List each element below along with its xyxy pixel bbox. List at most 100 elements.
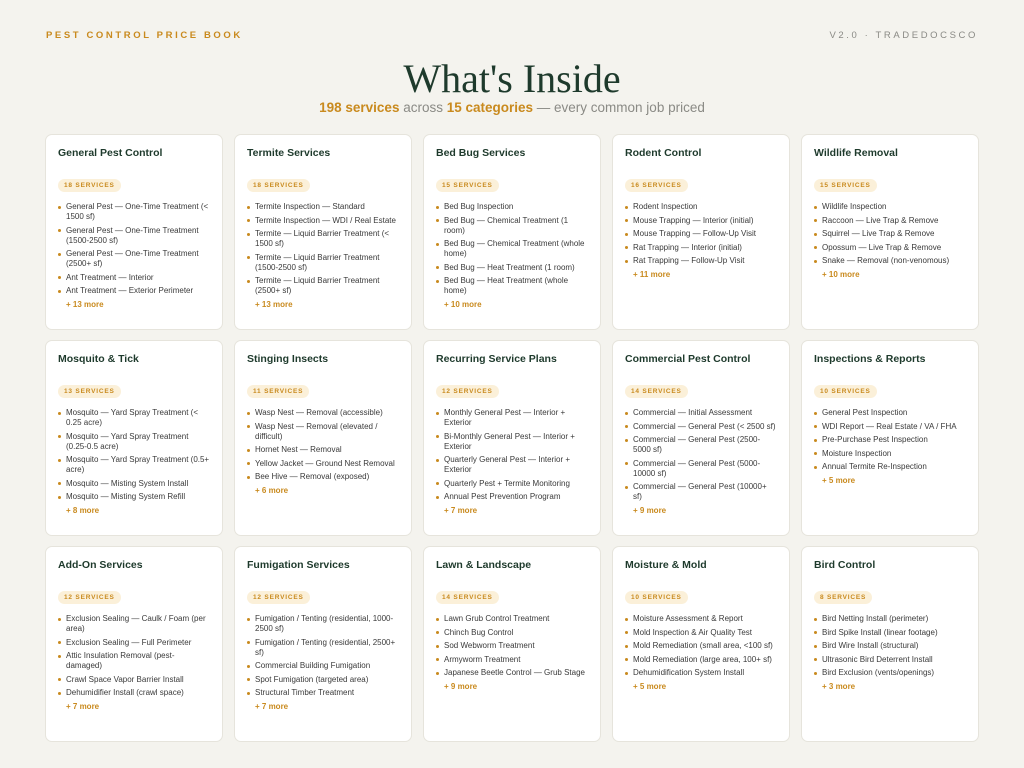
service-item: Annual Pest Prevention Program [436,492,588,502]
services-count: 198 services [319,100,400,115]
service-item: Commercial Building Fumigation [247,661,399,671]
service-count-badge: 18 SERVICES [247,179,310,192]
service-count-badge: 10 SERVICES [625,591,688,604]
more-services-link[interactable]: + 3 more [814,682,966,691]
more-services-link[interactable]: + 13 more [58,300,210,309]
more-services-link[interactable]: + 9 more [625,506,777,515]
more-services-link[interactable]: + 7 more [436,506,588,515]
category-title: Termite Services [247,147,331,159]
service-count-badge: 15 SERVICES [436,179,499,192]
service-item: Bee Hive — Removal (exposed) [247,472,399,482]
service-item: Mosquito — Yard Spray Treatment (< 0.25 … [58,408,210,428]
service-count-badge: 16 SERVICES [625,179,688,192]
more-services-link[interactable]: + 13 more [247,300,399,309]
service-item: Bird Spike Install (linear footage) [814,628,966,638]
service-item: Quarterly Pest + Termite Monitoring [436,479,588,489]
service-item: Wasp Nest — Removal (elevated / difficul… [247,422,399,442]
category-title: Lawn & Landscape [436,559,532,571]
category-title: Bird Control [814,559,876,571]
more-services-link[interactable]: + 8 more [58,506,210,515]
service-count-badge: 12 SERVICES [436,385,499,398]
service-item: Mosquito — Misting System Refill [58,492,210,502]
service-item: Quarterly General Pest — Interior + Exte… [436,455,588,475]
category-card: Lawn & Landscape 14 SERVICES Lawn Grub Con… [423,546,601,742]
service-item: Mosquito — Misting System Install [58,479,210,489]
service-list: General Pest — One-Time Treatment (< 150… [58,202,210,296]
service-item: Mold Remediation (small area, <100 sf) [625,641,777,651]
service-list: Commercial — Initial Assessment Commercia… [625,408,777,502]
more-services-link[interactable]: + 5 more [625,682,777,691]
service-item: Annual Termite Re-Inspection [814,462,966,472]
service-count-badge: 10 SERVICES [814,385,877,398]
service-item: Bi-Monthly General Pest — Interior + Ext… [436,432,588,452]
category-card: General Pest Control 18 SERVICES General P… [45,134,223,330]
category-card: Moisture & Mold 10 SERVICES Moisture Asses… [612,546,790,742]
service-list: Bed Bug Inspection Bed Bug — Chemical Tre… [436,202,588,296]
service-item: Dehumidifier Install (crawl space) [58,688,210,698]
service-item: Mosquito — Yard Spray Treatment (0.5+ ac… [58,455,210,475]
service-item: Wildlife Inspection [814,202,966,212]
service-item: Rat Trapping — Interior (initial) [625,243,777,253]
service-item: Yellow Jacket — Ground Nest Removal [247,459,399,469]
page-title: What's Inside [403,56,621,101]
category-card: Commercial Pest Control 14 SERVICES Commer… [612,340,790,536]
service-item: Bird Exclusion (vents/openings) [814,668,966,678]
more-services-link[interactable]: + 10 more [436,300,588,309]
service-item: Fumigation / Tenting (residential, 1000-… [247,614,399,634]
service-list: Mosquito — Yard Spray Treatment (< 0.25 … [58,408,210,502]
service-item: Mouse Trapping — Interior (initial) [625,216,777,226]
service-list: Exclusion Sealing — Caulk / Foam (per ar… [58,614,210,698]
service-item: Moisture Assessment & Report [625,614,777,624]
service-item: Chinch Bug Control [436,628,588,638]
service-item: General Pest — One-Time Treatment (1500-… [58,226,210,246]
service-item: Armyworm Treatment [436,655,588,665]
service-item: Spot Fumigation (targeted area) [247,675,399,685]
service-item: Attic Insulation Removal (pest-damaged) [58,651,210,671]
service-item: Ant Treatment — Interior [58,273,210,283]
service-item: General Pest — One-Time Treatment (2500+… [58,249,210,269]
service-item: Dehumidification System Install [625,668,777,678]
category-title: General Pest Control [58,147,163,159]
service-count-badge: 14 SERVICES [436,591,499,604]
category-card: Fumigation Services 12 SERVICES Fumigation… [234,546,412,742]
more-services-link[interactable]: + 11 more [625,270,777,279]
service-item: Raccoon — Live Trap & Remove [814,216,966,226]
service-count-badge: 8 SERVICES [814,591,873,604]
service-count-badge: 12 SERVICES [247,591,310,604]
service-item: Rodent Inspection [625,202,777,212]
service-item: Rat Trapping — Follow-Up Visit [625,256,777,266]
service-item: Termite — Liquid Barrier Treatment (< 15… [247,229,399,249]
more-services-link[interactable]: + 10 more [814,270,966,279]
service-item: Pre-Purchase Pest Inspection [814,435,966,445]
more-services-link[interactable]: + 7 more [247,702,399,711]
service-list: Lawn Grub Control Treatment Chinch Bug Co… [436,614,588,678]
categories-count: 15 categories [446,100,534,115]
service-list: Moisture Assessment & Report Mold Inspect… [625,614,777,678]
service-item: Opossum — Live Trap & Remove [814,243,966,253]
page-subtitle: 198 services across 15 categories — ever… [0,100,1024,115]
service-item: Commercial — General Pest (10000+ sf) [625,482,777,502]
more-services-link[interactable]: + 7 more [58,702,210,711]
subtitle-tail: — every common job priced [533,100,705,115]
service-item: Bed Bug — Heat Treatment (whole home) [436,276,588,296]
category-title: Stinging Insects [247,353,329,365]
service-list: Wildlife Inspection Raccoon — Live Trap &… [814,202,966,266]
category-card: Rodent Control 16 SERVICES Rodent Inspecti… [612,134,790,330]
service-item: Japanese Beetle Control — Grub Stage [436,668,588,678]
more-services-link[interactable]: + 6 more [247,486,399,495]
service-count-badge: 11 SERVICES [247,385,310,398]
service-item: Monthly General Pest — Interior + Exteri… [436,408,588,428]
category-card: Stinging Insects 11 SERVICES Wasp Nest — R… [234,340,412,536]
service-item: Snake — Removal (non-venomous) [814,256,966,266]
category-card: Bird Control 8 SERVICES Bird Netting Insta… [801,546,979,742]
service-count-badge: 13 SERVICES [58,385,121,398]
service-item: Ant Treatment — Exterior Perimeter [58,286,210,296]
top-bar: PEST CONTROL PRICE BOOK V2.0 · TRADEDOCS… [46,30,978,41]
service-item: Mosquito — Yard Spray Treatment (0.25-0.… [58,432,210,452]
more-services-link[interactable]: + 5 more [814,476,966,485]
category-card: Wildlife Removal 15 SERVICES Wildlife Insp… [801,134,979,330]
more-services-link[interactable]: + 9 more [436,682,588,691]
service-item: Lawn Grub Control Treatment [436,614,588,624]
service-item: Structural Timber Treatment [247,688,399,698]
category-card: Add-On Services 12 SERVICES Exclusion Seal… [45,546,223,742]
